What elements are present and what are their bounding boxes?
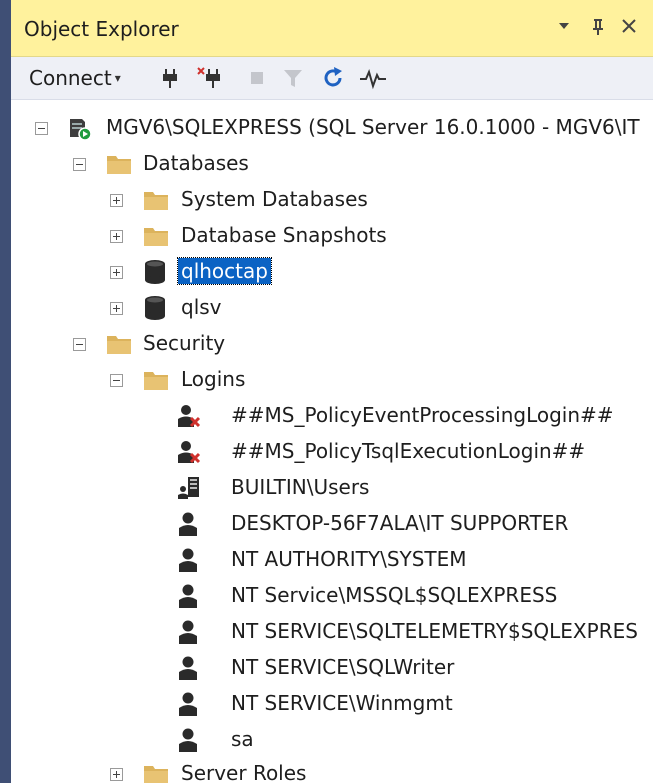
server-roles-label: Server Roles <box>181 761 307 783</box>
collapse-toggle[interactable] <box>73 158 86 171</box>
folder-icon <box>143 763 169 783</box>
object-explorer-tree: MGV6\SQLEXPRESS (SQL Server 16.0.1000 - … <box>11 100 653 783</box>
login-label: ##MS_PolicyEventProcessingLogin## <box>231 403 614 427</box>
stop-icon[interactable] <box>249 65 265 91</box>
collapse-toggle[interactable] <box>35 122 48 135</box>
login-label: NT AUTHORITY\SYSTEM <box>231 547 467 571</box>
user-login-icon <box>177 619 201 649</box>
database-snapshots-label: Database Snapshots <box>181 223 387 247</box>
login-label: DESKTOP-56F7ALA\IT SUPPORTER <box>231 511 569 535</box>
logins-label: Logins <box>181 367 246 391</box>
login-label: NT Service\MSSQL$SQLEXPRESS <box>231 583 558 607</box>
connect-label: Connect <box>29 66 112 90</box>
collapse-toggle[interactable] <box>110 374 123 387</box>
activity-monitor-icon[interactable] <box>359 65 387 91</box>
window-left-edge <box>0 0 11 783</box>
database-icon <box>144 258 166 290</box>
toolbar: Connect ▾ <box>11 57 653 100</box>
folder-icon <box>143 189 169 215</box>
folder-icon <box>143 369 169 395</box>
disconnect-icon[interactable] <box>197 65 223 91</box>
db-qlhoctap-label: qlhoctap <box>177 257 272 285</box>
user-login-icon <box>177 547 201 577</box>
db-qlsv-label: qlsv <box>181 295 222 319</box>
login-label: sa <box>231 727 254 751</box>
folder-icon <box>143 225 169 251</box>
system-databases-label: System Databases <box>181 187 368 211</box>
refresh-icon[interactable] <box>323 65 345 91</box>
collapse-toggle[interactable] <box>73 338 86 351</box>
close-icon[interactable] <box>620 14 638 43</box>
panel-title: Object Explorer <box>24 17 179 41</box>
folder-icon <box>106 333 132 359</box>
login-label: BUILTIN\Users <box>231 475 370 499</box>
expand-toggle[interactable] <box>110 194 123 207</box>
windows-group-icon <box>177 475 201 505</box>
login-label: NT SERVICE\SQLWriter <box>231 655 455 679</box>
expand-toggle[interactable] <box>110 266 123 279</box>
folder-icon <box>106 153 132 179</box>
expand-toggle[interactable] <box>110 302 123 315</box>
login-label: NT SERVICE\SQLTELEMETRY$SQLEXPRES <box>231 619 638 643</box>
user-login-icon <box>177 655 201 685</box>
expand-toggle[interactable] <box>110 230 123 243</box>
panel-title-bar: Object Explorer <box>11 0 653 57</box>
connect-plug-icon[interactable] <box>161 65 179 91</box>
user-login-icon <box>177 583 201 613</box>
security-label: Security <box>143 331 226 355</box>
disabled-login-icon <box>177 403 201 433</box>
user-login-icon <box>177 727 201 757</box>
chevron-down-icon: ▾ <box>114 71 121 85</box>
user-login-icon <box>177 691 201 721</box>
window-position-dropdown-icon[interactable] <box>557 14 571 43</box>
connect-button[interactable]: Connect ▾ <box>29 65 121 91</box>
login-label: ##MS_PolicyTsqlExecutionLogin## <box>231 439 586 463</box>
disabled-login-icon <box>177 439 201 469</box>
expand-toggle[interactable] <box>110 768 123 781</box>
user-login-icon <box>177 511 201 541</box>
server-running-icon <box>67 115 93 145</box>
filter-icon[interactable] <box>283 65 303 91</box>
pin-icon[interactable] <box>590 14 606 43</box>
login-label: NT SERVICE\Winmgmt <box>231 691 453 715</box>
databases-label: Databases <box>143 151 249 175</box>
server-label: MGV6\SQLEXPRESS (SQL Server 16.0.1000 - … <box>106 115 640 139</box>
database-icon <box>144 294 166 326</box>
